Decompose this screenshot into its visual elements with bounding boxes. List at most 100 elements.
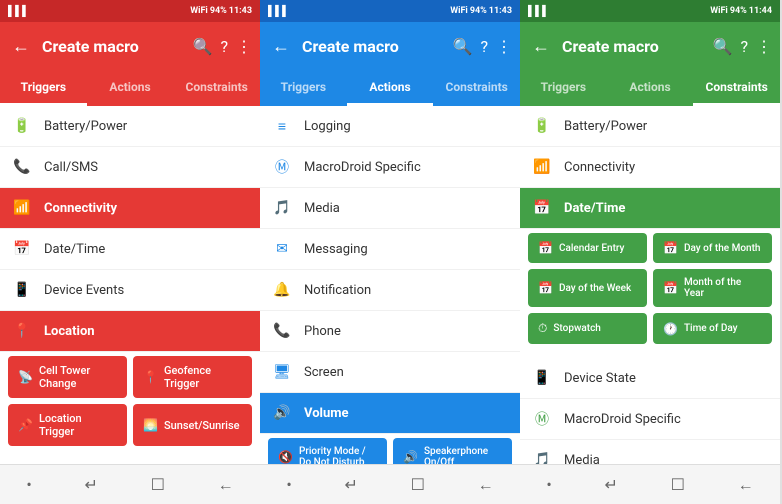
back-button-3[interactable]: ←: [528, 32, 554, 61]
toolbar-2: ← Create macro 🔍 ? ⋮: [260, 22, 520, 70]
back-button-2[interactable]: ←: [268, 32, 294, 61]
list-item-location[interactable]: 📍 Location: [0, 311, 260, 352]
nav-square-1[interactable]: ☐: [151, 475, 165, 494]
list-item-battery-3[interactable]: 🔋 Battery/Power: [520, 106, 780, 147]
panel-triggers: ▌▌▌ WiFi 94% 11:43 ← Create macro 🔍 ? ⋮ …: [0, 0, 260, 504]
list-item-screen[interactable]: 🖥 Screen: [260, 352, 520, 393]
list-item-datetime[interactable]: 📅 Date/Time: [0, 229, 260, 270]
tab-constraints-2[interactable]: Constraints: [433, 70, 520, 106]
geofence-label: Geofence Trigger: [164, 364, 242, 390]
content-2: ≡ Logging Ⓜ MacroDroid Specific 🎵 Media …: [260, 106, 520, 464]
list-item-datetime-3[interactable]: 📅 Date/Time: [520, 188, 780, 229]
help-button-1[interactable]: ?: [220, 37, 228, 56]
list-item-macrodroid-3[interactable]: Ⓜ MacroDroid Specific: [520, 399, 780, 440]
tab-triggers-1[interactable]: Triggers: [0, 70, 87, 106]
nav-back-2[interactable]: ←: [478, 475, 494, 495]
back-button-1[interactable]: ←: [8, 32, 34, 61]
location-label: Location: [44, 324, 95, 339]
media-label-3: Media: [564, 453, 600, 465]
day-of-week-icon: 📅: [538, 281, 553, 295]
callsms-label: Call/SMS: [44, 160, 98, 175]
signal-icon: ▌▌▌: [8, 6, 29, 17]
more-button-3[interactable]: ⋮: [756, 37, 772, 56]
calendar-entry-btn[interactable]: 📅 Calendar Entry: [528, 233, 647, 263]
nav-return-1[interactable]: ↵: [84, 475, 97, 494]
media-label: Media: [304, 201, 340, 216]
nav-back-3[interactable]: ←: [738, 475, 754, 495]
nav-back-1[interactable]: ←: [218, 475, 234, 495]
time-of-day-icon: 🕐: [663, 322, 678, 336]
cell-tower-btn[interactable]: 📡 Cell Tower Change: [8, 356, 127, 398]
geofence-btn[interactable]: 📍 Geofence Trigger: [133, 356, 252, 398]
month-of-year-btn[interactable]: 📅 Month of the Year: [653, 269, 772, 307]
tab-actions-2[interactable]: Actions: [347, 70, 434, 106]
nav-dot-1: •: [26, 475, 31, 494]
day-of-week-btn[interactable]: 📅 Day of the Week: [528, 269, 647, 307]
nav-square-3[interactable]: ☐: [671, 475, 685, 494]
logging-icon: ≡: [272, 116, 292, 136]
messaging-icon: ✉: [272, 239, 292, 259]
tab-actions-1[interactable]: Actions: [87, 70, 174, 106]
list-item-volume[interactable]: 🔊 Volume: [260, 393, 520, 434]
priority-mode-btn[interactable]: 🔇 Priority Mode / Do Not Disturb: [268, 438, 387, 464]
location-trigger-label: Location Trigger: [39, 412, 117, 438]
tab-triggers-2[interactable]: Triggers: [260, 70, 347, 106]
status-right-2: WiFi 94% 11:43: [450, 6, 512, 16]
list-item-callsms[interactable]: 📞 Call/SMS: [0, 147, 260, 188]
status-bar-3: ▌▌▌ WiFi 94% 11:44: [520, 0, 780, 22]
location-icon: 📍: [12, 321, 32, 341]
location-trigger-btn[interactable]: 📌 Location Trigger: [8, 404, 127, 446]
list-item-connectivity[interactable]: 📶 Connectivity: [0, 188, 260, 229]
search-button-1[interactable]: 🔍: [193, 37, 213, 56]
help-button-3[interactable]: ?: [740, 37, 748, 56]
nav-square-2[interactable]: ☐: [411, 475, 425, 494]
list-item-deviceevents[interactable]: 📱 Device Events: [0, 270, 260, 311]
list-item-devicestate[interactable]: 📱 Device State: [520, 358, 780, 399]
nav-return-2[interactable]: ↵: [344, 475, 357, 494]
content-1: 🔋 Battery/Power 📞 Call/SMS 📶 Connectivit…: [0, 106, 260, 464]
wifi-icon: WiFi: [190, 6, 208, 16]
tab-constraints-1[interactable]: Constraints: [173, 70, 260, 106]
month-of-year-label: Month of the Year: [684, 277, 762, 299]
list-item-macrodroid-2[interactable]: Ⓜ MacroDroid Specific: [260, 147, 520, 188]
tab-constraints-3[interactable]: Constraints: [693, 70, 780, 106]
search-button-3[interactable]: 🔍: [713, 37, 733, 56]
priority-mode-label: Priority Mode / Do Not Disturb: [299, 446, 377, 464]
time-3: 11:44: [749, 6, 772, 16]
devicestate-icon: 📱: [532, 368, 552, 388]
datetime-label-3: Date/Time: [564, 201, 625, 216]
search-button-2[interactable]: 🔍: [453, 37, 473, 56]
datetime-icon: 📅: [12, 239, 32, 259]
day-of-week-label: Day of the Week: [559, 283, 631, 294]
speakerphone-btn[interactable]: 🔊 Speakerphone On/Off: [393, 438, 512, 464]
status-left-1: ▌▌▌: [8, 6, 29, 17]
priority-mode-icon: 🔇: [278, 450, 293, 464]
nav-return-3[interactable]: ↵: [604, 475, 617, 494]
speakerphone-label: Speakerphone On/Off: [424, 446, 502, 464]
toolbar-actions-1: 🔍 ? ⋮: [193, 37, 252, 56]
battery-label: Battery/Power: [44, 119, 127, 134]
tab-actions-3[interactable]: Actions: [607, 70, 694, 106]
macrodroid-icon-3: Ⓜ: [532, 409, 552, 429]
more-button-2[interactable]: ⋮: [496, 37, 512, 56]
more-button-1[interactable]: ⋮: [236, 37, 252, 56]
battery-3: 94%: [730, 6, 747, 16]
phone-icon: 📞: [272, 321, 292, 341]
list-item-media-3[interactable]: 🎵 Media: [520, 440, 780, 464]
tab-triggers-3[interactable]: Triggers: [520, 70, 607, 106]
list-item-phone[interactable]: 📞 Phone: [260, 311, 520, 352]
sunset-sunrise-btn[interactable]: 🌅 Sunset/Sunrise: [133, 404, 252, 446]
list-item-notification[interactable]: 🔔 Notification: [260, 270, 520, 311]
nav-bar-1: • ↵ ☐ ←: [0, 464, 260, 504]
list-item-battery[interactable]: 🔋 Battery/Power: [0, 106, 260, 147]
list-item-logging[interactable]: ≡ Logging: [260, 106, 520, 147]
list-item-messaging[interactable]: ✉ Messaging: [260, 229, 520, 270]
day-of-month-btn[interactable]: 📅 Day of the Month: [653, 233, 772, 263]
stopwatch-btn[interactable]: ⏱ Stopwatch: [528, 313, 647, 344]
help-button-2[interactable]: ?: [480, 37, 488, 56]
list-item-weather[interactable]: ☁ Weather: [0, 450, 260, 464]
list-item-connectivity-3[interactable]: 📶 Connectivity: [520, 147, 780, 188]
toolbar-1: ← Create macro 🔍 ? ⋮: [0, 22, 260, 70]
time-of-day-btn[interactable]: 🕐 Time of Day: [653, 313, 772, 344]
list-item-media[interactable]: 🎵 Media: [260, 188, 520, 229]
